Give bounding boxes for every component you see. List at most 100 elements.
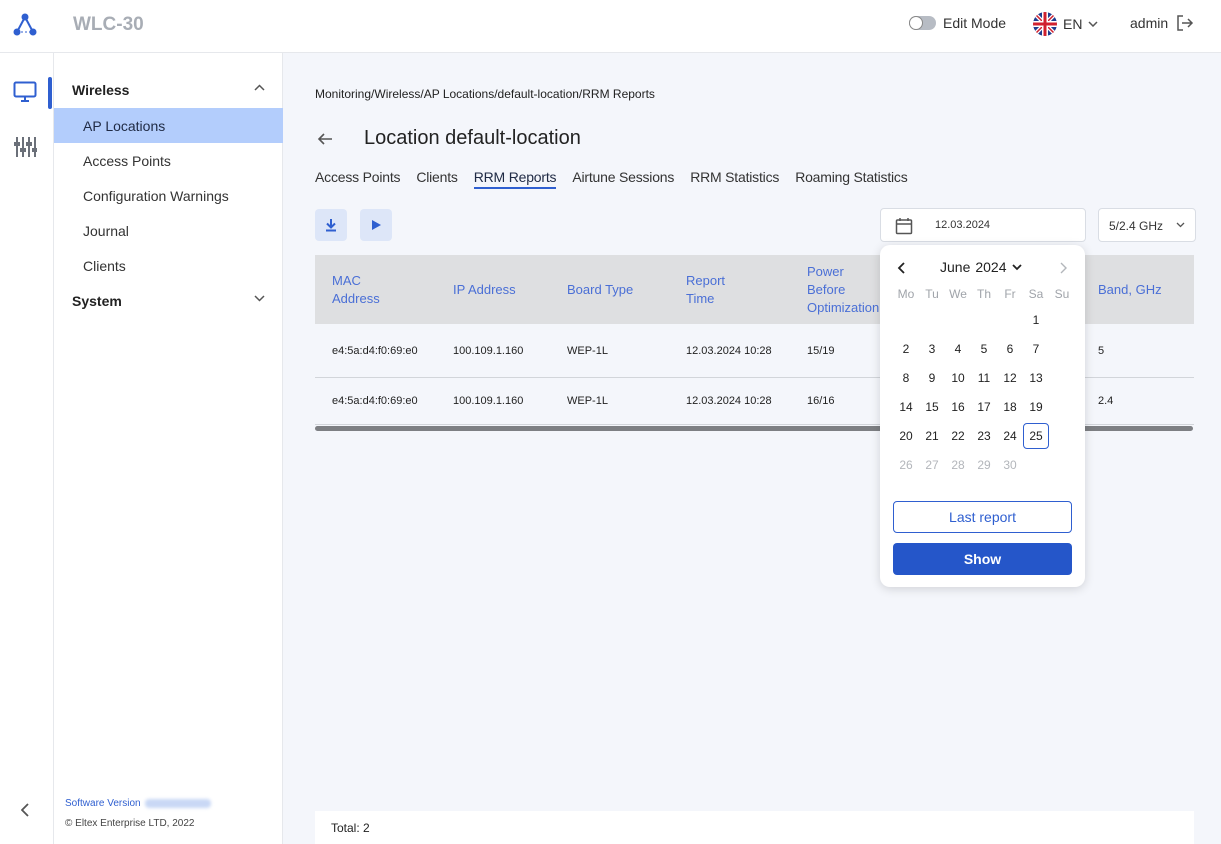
calendar-day[interactable]: 8 (893, 365, 919, 391)
weekday-label: Sa (1028, 287, 1044, 301)
band-select-value: 5/2.4 GHz (1109, 219, 1164, 233)
weekday-label: Tu (925, 287, 939, 301)
sliders-icon (14, 137, 37, 157)
monitoring-nav[interactable] (10, 77, 40, 107)
calendar-day[interactable]: 11 (971, 365, 997, 391)
calendar-day[interactable]: 20 (893, 423, 919, 449)
column-header-board-type[interactable]: Board Type (567, 255, 633, 324)
tab-rrm-reports[interactable]: RRM Reports (473, 169, 557, 189)
column-header-report-time[interactable]: Report Time (686, 255, 725, 324)
logout-icon[interactable] (1176, 15, 1194, 31)
calendar-day[interactable]: 5 (971, 336, 997, 362)
calendar-day[interactable]: 19 (1023, 394, 1049, 420)
sidebar-item-clients[interactable]: Clients (54, 248, 283, 283)
calendar-empty-cell (1049, 423, 1075, 449)
calendar-week: 234567 (893, 334, 1075, 363)
tab-clients[interactable]: Clients (416, 169, 458, 189)
calendar-day[interactable]: 4 (945, 336, 971, 362)
column-header-ip[interactable]: IP Address (453, 255, 516, 324)
active-indicator (48, 77, 52, 109)
monitor-icon (13, 81, 37, 102)
month-year-selector[interactable]: June 2024 (940, 259, 1022, 275)
tab-roaming-statistics[interactable]: Roaming Statistics (795, 169, 908, 189)
calendar-day[interactable]: 3 (919, 336, 945, 362)
total-count: Total: 2 (315, 811, 1194, 844)
calendar-day[interactable]: 23 (971, 423, 997, 449)
calendar-week: 14 15 16 17 18 19 (893, 392, 1075, 421)
next-month-button[interactable] (1058, 261, 1068, 275)
sidebar-item-journal[interactable]: Journal (54, 213, 283, 248)
calendar-day[interactable]: 2 (893, 336, 919, 362)
configuration-nav[interactable] (10, 132, 40, 162)
date-picker-input[interactable]: 12.03.2024 (880, 208, 1086, 242)
toggle-switch-icon[interactable] (909, 16, 936, 30)
user-menu[interactable]: admin (1130, 15, 1194, 31)
calendar-day[interactable]: 10 (945, 365, 971, 391)
date-value: 12.03.2024 (935, 219, 991, 231)
calendar-empty-cell (1049, 307, 1075, 333)
sidebar-item-access-points[interactable]: Access Points (54, 143, 283, 178)
weekday-label: We (949, 287, 967, 301)
calendar-day[interactable]: 15 (919, 394, 945, 420)
calendar-day: 26 (899, 458, 913, 472)
breadcrumb[interactable]: Monitoring/Wireless/AP Locations/default… (315, 87, 655, 101)
weekday-header: Mo Tu We Th Fr Sa Su (893, 287, 1075, 305)
calendar-day[interactable]: 6 (997, 336, 1023, 362)
calendar-day[interactable]: 12 (997, 365, 1023, 391)
year-label: 2024 (975, 259, 1007, 275)
username: admin (1130, 15, 1169, 31)
calendar-day: 27 (925, 458, 939, 472)
calendar-day[interactable]: 25 (1023, 423, 1049, 449)
cell-band: 5 (1098, 344, 1105, 357)
show-button[interactable]: Show (893, 543, 1072, 575)
calendar-day[interactable]: 14 (893, 394, 919, 420)
calendar-day[interactable]: 17 (971, 394, 997, 420)
software-version-redacted (144, 798, 211, 808)
calendar-day[interactable]: 21 (919, 423, 945, 449)
cell-band: 2.4 (1098, 395, 1114, 407)
calendar-week: 20 21 22 23 24 25 (893, 421, 1075, 450)
download-button[interactable] (315, 209, 347, 241)
cell-report-time: 12.03.2024 10:28 (686, 395, 772, 407)
calendar-weeks: 1 2 3 4 5 6 7 8 9 10 11 12 13 14 15 16 17 18 19 20 21 22 23 24 2… (893, 305, 1075, 479)
column-header-mac[interactable]: MAC Address (332, 255, 442, 324)
sidebar-group-label: System (72, 293, 122, 309)
cell-mac: e4:5a:d4:f0:69:e0 (332, 395, 418, 407)
column-header-power-before[interactable]: Power Before Optimization (807, 255, 881, 324)
app-logo-icon[interactable] (12, 12, 38, 38)
top-bar: WLC-30 Edit Mode EN admin (0, 0, 1221, 53)
collapse-sidebar-button[interactable] (14, 799, 36, 821)
column-header-band[interactable]: Band, GHz (1098, 255, 1162, 324)
sidebar-group-wireless[interactable]: Wireless (54, 72, 283, 108)
calendar-grid: Mo Tu We Th Fr Sa Su 1 2 3 4 5 6 7 8 9 10 11 12 13 14… (893, 287, 1075, 479)
calendar-day[interactable]: 1 (1023, 307, 1049, 333)
calendar-day[interactable]: 18 (997, 394, 1023, 420)
sidebar-group-system[interactable]: System (54, 283, 283, 319)
sidebar-item-ap-locations[interactable]: AP Locations (54, 108, 283, 143)
tab-access-points[interactable]: Access Points (315, 169, 401, 189)
calendar-day[interactable]: 24 (997, 423, 1023, 449)
sidebar-item-label: Clients (83, 257, 126, 274)
edit-mode-toggle[interactable]: Edit Mode (909, 15, 1006, 31)
calendar-day[interactable]: 9 (919, 365, 945, 391)
tab-airtune-sessions[interactable]: Airtune Sessions (572, 169, 674, 189)
play-icon (372, 220, 381, 230)
back-arrow-icon[interactable] (316, 130, 334, 148)
sidebar-item-configuration-warnings[interactable]: Configuration Warnings (54, 178, 283, 213)
calendar-empty-cell (1049, 452, 1075, 478)
calendar-day[interactable]: 16 (945, 394, 971, 420)
calendar-day[interactable]: 13 (1023, 365, 1049, 391)
sidebar-item-label: Journal (83, 222, 129, 239)
tab-rrm-statistics[interactable]: RRM Statistics (690, 169, 779, 189)
band-select[interactable]: 5/2.4 GHz (1098, 208, 1196, 242)
last-report-button[interactable]: Last report (893, 501, 1072, 533)
calendar-day[interactable]: 22 (945, 423, 971, 449)
weekday-label: Th (976, 287, 991, 301)
calendar-empty-cell (1049, 394, 1075, 420)
cell-board-type: WEP-1L (567, 395, 608, 407)
language-label: EN (1063, 16, 1083, 32)
language-selector[interactable]: EN (1033, 12, 1098, 36)
calendar-day[interactable]: 7 (1023, 336, 1049, 362)
run-button[interactable] (360, 209, 392, 241)
previous-month-button[interactable] (897, 261, 907, 275)
